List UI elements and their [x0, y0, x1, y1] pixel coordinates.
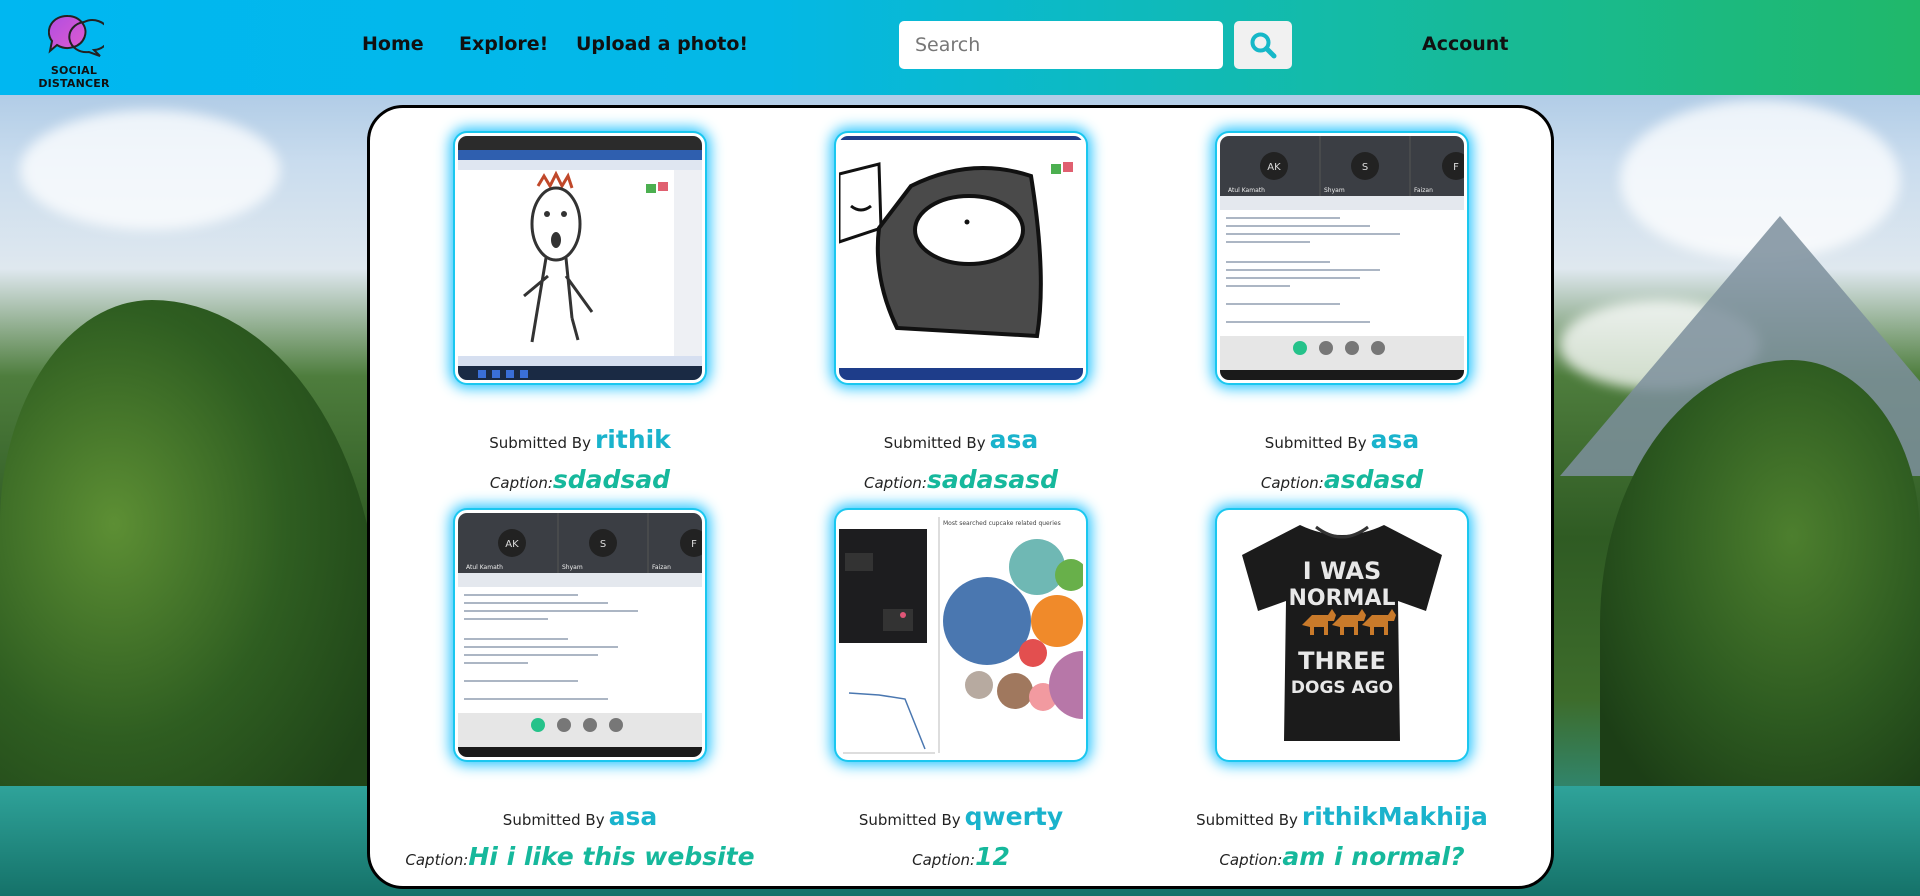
post-username[interactable]: qwerty — [965, 802, 1064, 831]
posts-panel: Submitted By rithik Caption:sdadsad Submi… — [367, 105, 1554, 889]
post-caption: Caption:sdadsad — [370, 465, 790, 494]
brand-name: SOCIAL DISTANCER — [38, 64, 110, 90]
nav-home-link[interactable]: Home — [362, 33, 424, 55]
caption-label: Caption: — [912, 851, 976, 869]
submitted-by: Submitted By rithik — [430, 425, 730, 454]
caption-label: Caption: — [489, 474, 553, 492]
nav-explore-link[interactable]: Explore! — [459, 33, 548, 55]
post-username[interactable]: asa — [1371, 425, 1420, 454]
search-button[interactable] — [1234, 21, 1292, 69]
svg-text:AK: AK — [1267, 162, 1281, 173]
post-caption: Caption:Hi i like this website — [370, 842, 790, 871]
caption-text: asdasd — [1323, 465, 1424, 494]
tshirt-photo: I WAS NORMAL THREE DOGS AGO — [1220, 513, 1464, 757]
caption-label: Caption: — [1219, 851, 1283, 869]
post-caption: Caption:sadasasd — [751, 465, 1171, 494]
svg-text:Faizan: Faizan — [652, 564, 671, 571]
post-image[interactable] — [455, 133, 705, 383]
video-call-code-screenshot: AK S F Atul Kamath Shyam Faizan — [1220, 136, 1464, 380]
nav-upload-link[interactable]: Upload a photo! — [576, 33, 748, 55]
caption-text: 12 — [975, 842, 1010, 871]
submitted-by-label: Submitted By — [858, 811, 961, 829]
post-image[interactable] — [836, 133, 1086, 383]
post-username[interactable]: rithik — [595, 425, 671, 454]
submitted-by: Submitted By asa — [430, 802, 730, 831]
svg-text:S: S — [600, 539, 606, 550]
navbar: SOCIAL DISTANCER Home Explore! Upload a … — [0, 0, 1920, 95]
svg-text:S: S — [1362, 162, 1368, 173]
account-link[interactable]: Account — [1422, 33, 1508, 55]
svg-text:AK: AK — [505, 539, 519, 550]
paint-drawing-screenshot — [839, 136, 1083, 380]
submitted-by-label: Submitted By — [489, 434, 591, 452]
post-caption: Caption:asdasd — [1132, 465, 1552, 494]
post-caption: Caption:am i normal? — [1132, 842, 1552, 871]
caption-text: am i normal? — [1282, 842, 1465, 871]
svg-text:Shyam: Shyam — [1324, 187, 1345, 194]
submitted-by: Submitted By asa — [811, 425, 1111, 454]
svg-text:Shyam: Shyam — [562, 564, 583, 571]
svg-text:Faizan: Faizan — [1414, 187, 1433, 194]
submitted-by: Submitted By asa — [1192, 425, 1492, 454]
caption-label: Caption: — [405, 851, 469, 869]
post-image[interactable]: I WAS NORMAL THREE DOGS AGO — [1217, 510, 1467, 760]
svg-text:DOGS AGO: DOGS AGO — [1291, 678, 1393, 698]
paint-drawing-screenshot — [458, 136, 702, 380]
submitted-by-label: Submitted By — [1196, 811, 1298, 829]
svg-text:Atul Kamath: Atul Kamath — [466, 564, 503, 571]
bubble-chart-screenshot: Most searched cupcake related queries — [839, 513, 1083, 757]
submitted-by: Submitted By rithikMakhija — [1192, 802, 1492, 831]
caption-label: Caption: — [1260, 474, 1324, 492]
caption-label: Caption: — [863, 474, 927, 492]
post-image[interactable]: Most searched cupcake related queries — [836, 510, 1086, 760]
svg-text:NORMAL: NORMAL — [1289, 586, 1396, 611]
svg-text:THREE: THREE — [1298, 647, 1386, 675]
post-caption: Caption:12 — [751, 842, 1171, 871]
search-input[interactable] — [899, 21, 1223, 69]
post-image[interactable]: AK S F Atul Kamath Shyam Faizan — [455, 510, 705, 760]
search-icon — [1250, 32, 1277, 59]
svg-text:I WAS: I WAS — [1303, 557, 1382, 585]
svg-text:Most searched cupcake related: Most searched cupcake related queries — [943, 520, 1061, 527]
chat-bubbles-icon — [48, 14, 104, 57]
logo[interactable]: SOCIAL DISTANCER — [18, 12, 130, 90]
caption-text: sadasasd — [926, 465, 1059, 494]
post-image[interactable]: AK S F Atul Kamath Shyam Faizan — [1217, 133, 1467, 383]
post-username[interactable]: rithikMakhija — [1302, 802, 1488, 831]
post-username[interactable]: asa — [990, 425, 1039, 454]
submitted-by: Submitted By qwerty — [811, 802, 1111, 831]
caption-text: Hi i like this website — [468, 842, 755, 871]
svg-text:F: F — [691, 539, 697, 550]
caption-text: sdadsad — [552, 465, 671, 494]
video-call-code-screenshot: AK S F Atul Kamath Shyam Faizan — [458, 513, 702, 757]
svg-text:F: F — [1453, 162, 1459, 173]
svg-text:Atul Kamath: Atul Kamath — [1228, 187, 1265, 194]
submitted-by-label: Submitted By — [1264, 434, 1367, 452]
post-username[interactable]: asa — [609, 802, 658, 831]
submitted-by-label: Submitted By — [883, 434, 986, 452]
submitted-by-label: Submitted By — [502, 811, 605, 829]
